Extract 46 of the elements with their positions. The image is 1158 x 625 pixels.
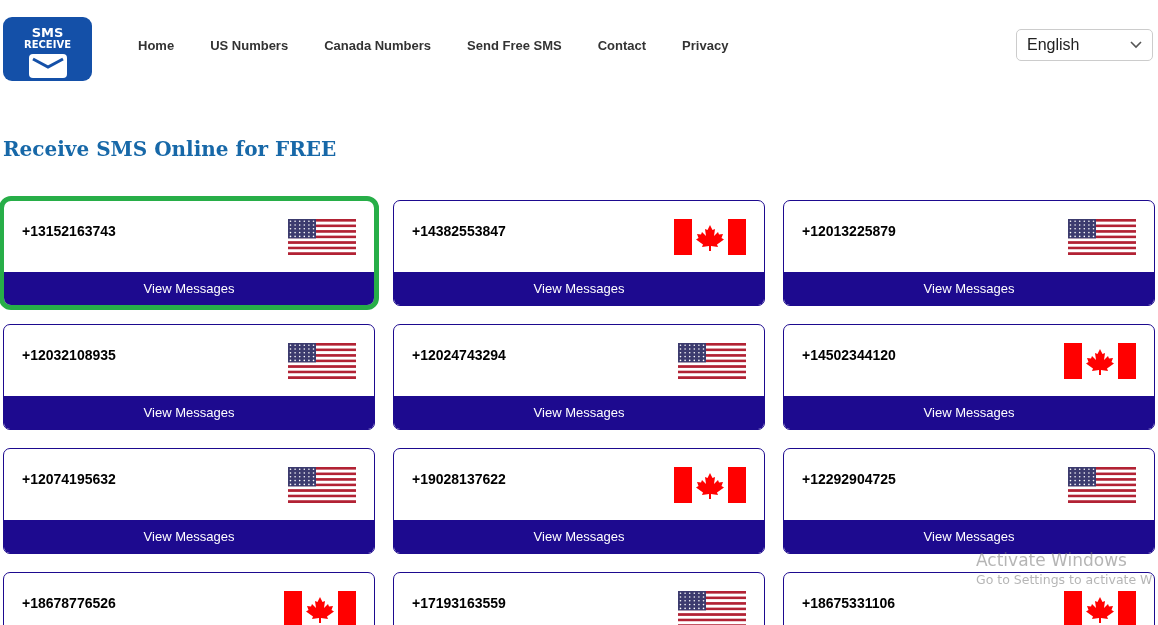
view-messages-button[interactable]: View Messages <box>784 272 1154 305</box>
view-messages-button[interactable]: View Messages <box>394 272 764 305</box>
chevron-down-icon <box>1130 41 1142 49</box>
phone-number: +17193163559 <box>412 594 506 613</box>
us-flag-icon <box>288 219 356 255</box>
us-flag-icon <box>678 343 746 379</box>
canada-flag-icon <box>674 467 746 503</box>
phone-number: +12074195632 <box>22 470 116 489</box>
nav-link[interactable]: Send Free SMS <box>467 36 562 56</box>
phone-number: +12292904725 <box>802 470 896 489</box>
phone-number: +14382553847 <box>412 222 506 241</box>
phone-number: +12013225879 <box>802 222 896 241</box>
canada-flag-icon <box>674 219 746 255</box>
view-messages-button[interactable]: View Messages <box>4 396 374 429</box>
nav-link[interactable]: Canada Numbers <box>324 36 432 56</box>
phone-number: +19028137622 <box>412 470 506 489</box>
us-flag-icon <box>1068 467 1136 503</box>
view-messages-button[interactable]: View Messages <box>4 272 374 305</box>
nav-link[interactable]: Contact <box>597 36 647 56</box>
nav-link[interactable]: Privacy <box>682 36 729 56</box>
canada-flag-icon <box>1064 591 1136 625</box>
nav-link[interactable]: Home <box>138 36 175 56</box>
nav-link[interactable]: US Numbers <box>210 36 289 56</box>
view-messages-button[interactable]: View Messages <box>394 520 764 553</box>
canada-flag-icon <box>1064 343 1136 379</box>
us-flag-icon <box>288 343 356 379</box>
canada-flag-icon <box>284 591 356 625</box>
page-heading: Receive SMS Online for FREE <box>3 137 338 163</box>
phone-number: +14502344120 <box>802 346 896 365</box>
logo[interactable]: SMS RECEIVE <box>3 17 92 81</box>
logo-text: RECEIVE <box>24 40 71 50</box>
view-messages-button[interactable]: View Messages <box>4 520 374 553</box>
phone-number: +12024743294 <box>412 346 506 365</box>
activation-text: Go to Settings to activate W <box>976 571 1153 589</box>
logo-text: SMS <box>31 26 64 39</box>
phone-number: +12032108935 <box>22 346 116 365</box>
phone-number: +18678776526 <box>22 594 116 613</box>
view-messages-button[interactable]: View Messages <box>394 396 764 429</box>
us-flag-icon <box>1068 219 1136 255</box>
envelope-icon <box>28 54 67 78</box>
view-messages-button[interactable]: View Messages <box>784 520 1154 553</box>
phone-number: +18675331106 <box>802 594 896 613</box>
us-flag-icon <box>288 467 356 503</box>
language-select[interactable]: English <box>1016 29 1153 61</box>
view-messages-button[interactable]: View Messages <box>784 396 1154 429</box>
phone-number: +13152163743 <box>22 222 116 241</box>
